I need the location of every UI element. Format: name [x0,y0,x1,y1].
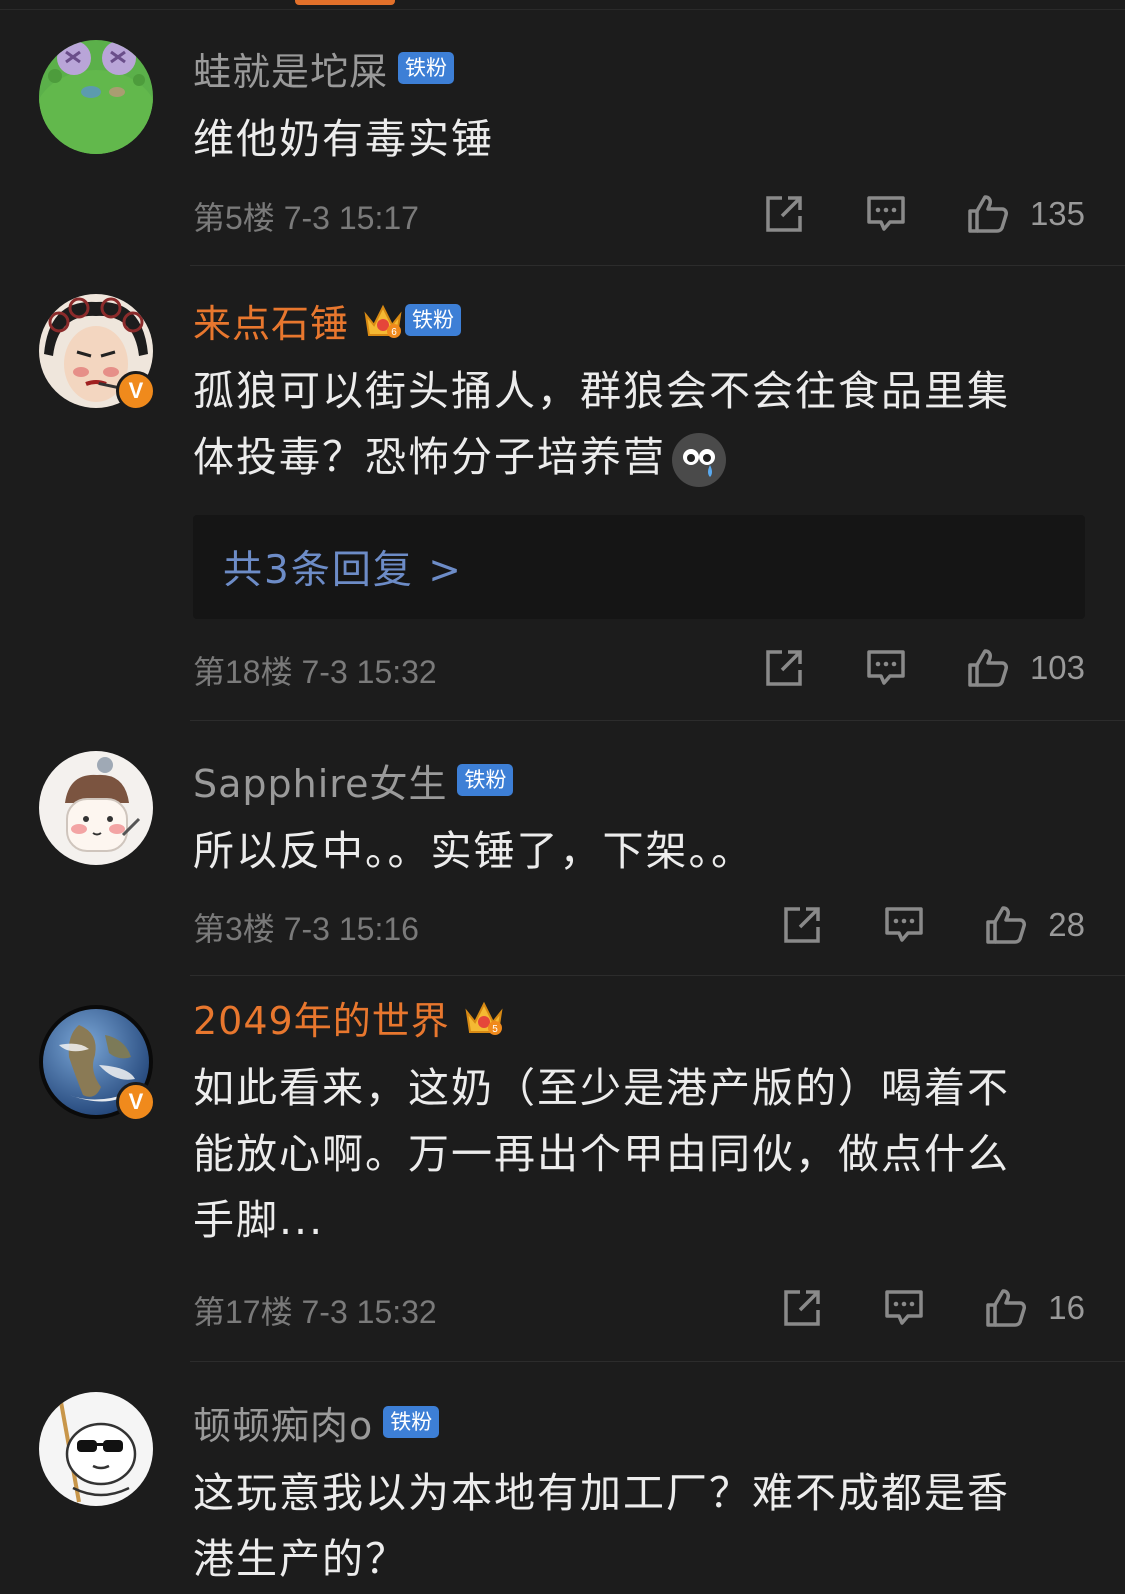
comment-header: 蛙就是坨屎 铁粉 [193,44,455,94]
comment-text-line: 如此看来，这奶（至少是港产版的）喝着不 [193,1064,1010,1112]
username[interactable]: 顿顿痴肉o [193,1395,373,1450]
replies-box[interactable]: 共3条回复 > [193,515,1085,619]
comment-actions: 28 [780,900,1085,950]
view-replies-link[interactable]: 共3条回复 > [223,539,463,595]
frog-avatar-icon [39,40,153,154]
username[interactable]: 来点石锤 [193,293,349,348]
comment-meta: 第18楼 7-3 15:32 103 [193,643,1085,693]
like-count: 103 [1029,649,1085,686]
comment-text-line: 体投毒？恐怖分子培养营 [193,424,1073,490]
comment-icon[interactable] [864,192,908,236]
like-count: 16 [1048,1289,1085,1326]
share-icon[interactable] [762,646,806,690]
fan-badge: 铁粉 [383,1406,440,1438]
share-icon[interactable] [780,1286,824,1330]
crown-badge: 5 [464,998,504,1036]
comment-text-line: 港生产的？ [193,1535,408,1583]
divider [190,1361,1125,1362]
thumbs-up-icon[interactable] [966,192,1010,236]
comment-text-line: 手脚... [193,1196,325,1244]
comment-header: 来点石锤 6 铁粉 [193,296,462,346]
comment-text: 所以反中。。实锤了，下架。。 [193,827,754,875]
avatar[interactable] [39,1392,153,1506]
avatar[interactable]: V [39,1005,156,1122]
comment-actions: 103 [762,643,1085,693]
floor-time: 第18楼 7-3 15:32 [193,654,437,690]
avatar[interactable] [39,751,153,865]
tab-indicator [295,0,395,5]
crying-emoji-icon [672,433,726,487]
username[interactable]: 蛙就是坨屎 [193,41,388,96]
divider [190,265,1125,266]
crown-badge: 6 [363,301,403,339]
avatar[interactable]: V [39,294,156,411]
crown-icon: 6 [364,304,402,338]
crown-level: 5 [492,1024,498,1035]
comment-text-line: 孤狼可以街头捅人，群狼会不会往食品里集 [193,367,1010,415]
comment-actions: 16 [780,1283,1085,1333]
share-icon[interactable] [780,903,824,947]
thumbs-up-icon[interactable] [984,1286,1028,1330]
share-icon[interactable] [762,192,806,236]
comment-text: 维他奶有毒实锤 [193,115,494,163]
username[interactable]: Sapphire女生 [193,753,447,808]
floor-time: 第3楼 7-3 15:16 [193,911,419,947]
comment-text: 这玩意我以为本地有加工厂？难不成都是香 港生产的？ [193,1460,1073,1592]
cartoon-girl-avatar-icon [39,751,153,865]
floor-time: 第5楼 7-3 15:17 [193,200,419,236]
thumbs-up-icon[interactable] [966,646,1010,690]
fan-badge: 铁粉 [405,304,462,336]
like-count: 135 [1029,195,1085,232]
comment-meta: 第5楼 7-3 15:17 135 [193,189,1085,239]
crown-icon: 5 [465,1001,503,1035]
comment-header: Sapphire女生 铁粉 [193,756,514,806]
comment-meta: 第3楼 7-3 15:16 28 [193,900,1085,950]
verified-badge: V [116,371,156,411]
comment-text-line: 这玩意我以为本地有加工厂？难不成都是香 [193,1469,1010,1517]
comment-actions: 135 [762,189,1085,239]
divider [190,720,1125,721]
avatar[interactable] [39,40,153,154]
like-count: 28 [1048,906,1085,943]
floor-time: 第17楼 7-3 15:32 [193,1294,437,1330]
comment-text-line: 能放心啊。万一再出个甲由同伙，做点什么 [193,1130,1010,1178]
comment-icon[interactable] [882,1286,926,1330]
comment-icon[interactable] [882,903,926,947]
fan-badge: 铁粉 [457,764,514,796]
comment-meta: 第17楼 7-3 15:32 16 [193,1283,1085,1333]
fan-badge: 铁粉 [398,52,455,84]
thumbs-up-icon[interactable] [984,903,1028,947]
comment-header: 2049年的世界 5 [193,993,504,1043]
username[interactable]: 2049年的世界 [193,990,450,1045]
verified-badge: V [116,1082,156,1122]
comment-text: 孤狼可以街头捅人，群狼会不会往食品里集 体投毒？恐怖分子培养营 [193,358,1073,490]
comment-icon[interactable] [864,646,908,690]
comment-header: 顿顿痴肉o 铁粉 [193,1398,440,1448]
sunglasses-cartoon-avatar-icon [39,1392,153,1506]
top-divider [0,9,1125,10]
comment-text: 如此看来，这奶（至少是港产版的）喝着不 能放心啊。万一再出个甲由同伙，做点什么 … [193,1055,1073,1253]
divider [190,975,1125,976]
crown-level: 6 [391,327,397,338]
